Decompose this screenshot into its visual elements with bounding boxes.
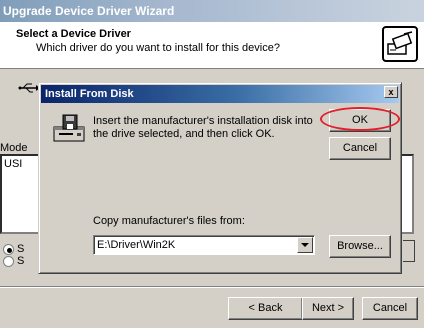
wizard-header-title: Select a Device Driver bbox=[16, 28, 131, 40]
wizard-header: Select a Device Driver Which driver do y… bbox=[0, 22, 424, 69]
source-path-combobox[interactable]: E:\Driver\Win2K bbox=[93, 235, 315, 255]
dialog-cancel-button[interactable]: Cancel bbox=[329, 137, 391, 160]
chevron-down-icon[interactable] bbox=[297, 237, 313, 253]
wizard-title-bar: Upgrade Device Driver Wizard bbox=[0, 0, 424, 22]
radio-selected-dot bbox=[7, 248, 12, 253]
source-path-value[interactable]: E:\Driver\Win2K bbox=[97, 239, 175, 251]
usb-icon bbox=[18, 83, 40, 93]
browse-button[interactable]: Browse... bbox=[329, 235, 391, 258]
wizard-header-subtitle: Which driver do you want to install for … bbox=[36, 42, 280, 54]
radio-option-2[interactable] bbox=[3, 256, 14, 267]
have-disk-button-partial[interactable] bbox=[403, 240, 415, 262]
close-icon[interactable]: x bbox=[384, 86, 398, 98]
dialog-title: Install From Disk bbox=[45, 88, 134, 100]
radio-option-1[interactable] bbox=[3, 244, 14, 255]
wizard-cancel-button[interactable]: Cancel bbox=[362, 297, 418, 320]
back-button[interactable]: < Back bbox=[228, 297, 303, 320]
install-from-disk-dialog: Install From Disk x Insert the manufactu… bbox=[38, 82, 402, 274]
copy-files-label: Copy manufacturer's files from: bbox=[93, 215, 245, 227]
radio-option-2-label: S bbox=[17, 255, 25, 267]
ok-button[interactable]: OK bbox=[329, 109, 391, 132]
hardware-wizard-icon bbox=[382, 26, 418, 62]
dialog-instruction-text: Insert the manufacturer's installation d… bbox=[93, 115, 313, 140]
dialog-title-bar: Install From Disk bbox=[41, 85, 399, 103]
radio-option-1-label: S bbox=[17, 243, 25, 255]
wizard-separator bbox=[0, 286, 424, 288]
floppy-disk-drive-icon bbox=[53, 114, 85, 142]
list-item[interactable]: USI bbox=[4, 158, 22, 170]
next-button[interactable]: Next > bbox=[302, 297, 354, 320]
model-label: Mode bbox=[0, 142, 28, 154]
